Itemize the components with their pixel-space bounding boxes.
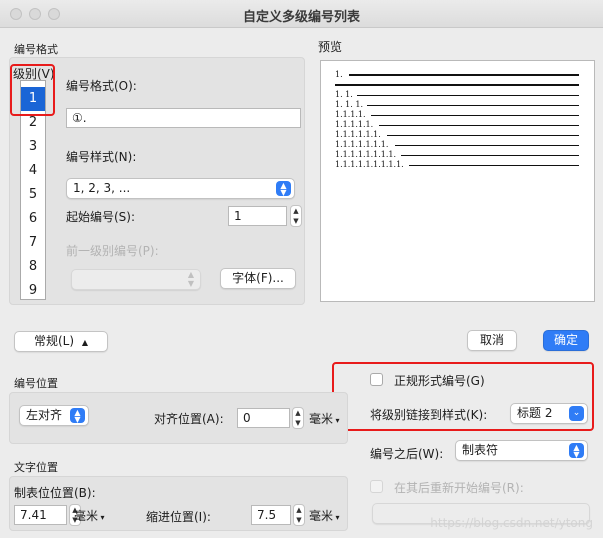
preview-line: 1.1.1.1.1.1.1. [335, 140, 389, 149]
preview-bar [401, 155, 579, 156]
format-label: 编号格式(O): [66, 79, 137, 93]
level-item-6[interactable]: 6 [21, 207, 45, 231]
preview-label: 预览 [318, 40, 343, 54]
start-stepper[interactable]: ▲ ▼ [290, 205, 302, 227]
level-item-8[interactable]: 8 [21, 255, 45, 279]
chevron-down-icon: ▾ [98, 513, 105, 522]
level-item-9[interactable]: 9 [21, 279, 45, 303]
indent-input[interactable]: 7.5 [251, 505, 291, 525]
watermark-text: https://blog.csdn.net/ytong [430, 516, 593, 530]
style-select[interactable]: 1, 2, 3, ... ▲ ▼ [66, 178, 295, 199]
indent-label: 缩进位置(I): [146, 510, 211, 524]
alignment-value: 左对齐 [26, 408, 63, 422]
chevron-updown-icon: ▲ ▼ [276, 181, 291, 197]
numbering-format-section-label: 编号格式 [14, 43, 58, 56]
level-item-3[interactable]: 3 [21, 135, 45, 159]
prev-level-select: ▲ ▼ [71, 269, 201, 290]
mode-button-label: 常规(L) [33, 334, 75, 348]
follow-label: 编号之后(W): [370, 447, 444, 461]
preview-line: 1. 1. 1. [335, 100, 363, 109]
title-bar: 自定义多级编号列表 [0, 0, 603, 28]
prev-level-label: 前一级别编号(P): [66, 244, 159, 258]
number-position-section-label: 编号位置 [14, 377, 58, 390]
chevron-updown-icon: ▲ ▼ [187, 270, 194, 288]
level-item-5[interactable]: 5 [21, 183, 45, 207]
preview-bar [357, 95, 579, 96]
style-select-value: 1, 2, 3, ... [73, 181, 131, 195]
indent-stepper[interactable]: ▲ ▼ [293, 504, 305, 526]
chevron-down-icon: ▾ [333, 416, 340, 425]
restart-label: 在其后重新开始编号(R): [394, 481, 524, 495]
window-title: 自定义多级编号列表 [242, 10, 360, 25]
align-position-label: 对齐位置(A): [154, 412, 224, 426]
legal-style-checkbox[interactable] [370, 373, 383, 386]
chevron-updown-icon: ▲ ▼ [569, 443, 584, 459]
preview-line: 1.1.1.1.1.1.1.1. [335, 150, 397, 159]
start-input[interactable]: 1 [228, 206, 287, 226]
preview-line: 1. [335, 70, 343, 79]
tab-position-input[interactable]: 7.41 [14, 505, 67, 525]
preview-bar [335, 84, 579, 86]
preview-line: 1.1.1.1.1.1.1.1.1. [335, 160, 404, 169]
cancel-button[interactable]: 取消 [467, 330, 517, 351]
align-unit-value: 毫米 [309, 412, 334, 426]
tab-unit-value: 毫米 [74, 509, 99, 523]
level-item-7[interactable]: 7 [21, 231, 45, 255]
preview-line: 1.1.1.1. [335, 110, 366, 119]
dialog-window: 自定义多级编号列表 编号格式 级别(V) 1 2 3 4 5 6 7 8 9 编… [0, 0, 603, 538]
link-style-value: 标题 2 [517, 406, 553, 420]
preview-bar [371, 115, 579, 116]
level-item-4[interactable]: 4 [21, 159, 45, 183]
preview-bar [349, 74, 579, 76]
align-position-stepper[interactable]: ▲ ▼ [292, 407, 304, 429]
font-button[interactable]: 字体(F)... [220, 268, 296, 289]
preview-box: 1. 1. 1. 1. 1. 1. 1.1.1.1. 1.1.1.1.1. 1.… [320, 60, 595, 302]
indent-unit-value: 毫米 [309, 509, 334, 523]
link-style-select[interactable]: 标题 2 ⌄ [510, 403, 588, 424]
format-input[interactable]: ①. [66, 108, 301, 128]
follow-select[interactable]: 制表符 ▲ ▼ [455, 440, 588, 461]
tab-unit-select[interactable]: 毫米 ▾ [74, 507, 105, 524]
preview-bar [409, 165, 579, 166]
preview-bar [367, 105, 579, 106]
preview-bar [379, 125, 579, 126]
preview-bar [387, 135, 579, 136]
align-unit-select[interactable]: 毫米 ▾ [309, 410, 340, 427]
mode-button[interactable]: 常规(L) ▲ [14, 331, 108, 352]
follow-value: 制表符 [462, 443, 499, 457]
chevron-down-icon: ▾ [333, 513, 340, 522]
preview-line: 1.1.1.1.1.1. [335, 130, 381, 139]
chevron-updown-icon: ▲ ▼ [70, 408, 85, 424]
restart-checkbox [370, 480, 383, 493]
style-label: 编号样式(N): [66, 150, 137, 164]
highlight-box-level [10, 64, 55, 116]
chevron-updown-icon: ▲ [81, 338, 89, 347]
chevron-down-icon: ⌄ [569, 406, 584, 421]
start-label: 起始编号(S): [66, 210, 136, 224]
align-position-input[interactable]: 0 [237, 408, 290, 428]
indent-unit-select[interactable]: 毫米 ▾ [309, 507, 340, 524]
tab-position-label: 制表位位置(B): [14, 486, 96, 500]
link-style-label: 将级别链接到样式(K): [370, 408, 488, 422]
alignment-select[interactable]: 左对齐 ▲ ▼ [19, 405, 89, 426]
preview-bar [395, 145, 579, 146]
text-position-section-label: 文字位置 [14, 461, 58, 474]
ok-button[interactable]: 确定 [543, 330, 589, 351]
preview-line: 1.1.1.1.1. [335, 120, 374, 129]
legal-style-label: 正规形式编号(G) [394, 374, 485, 388]
preview-line: 1. 1. [335, 90, 353, 99]
